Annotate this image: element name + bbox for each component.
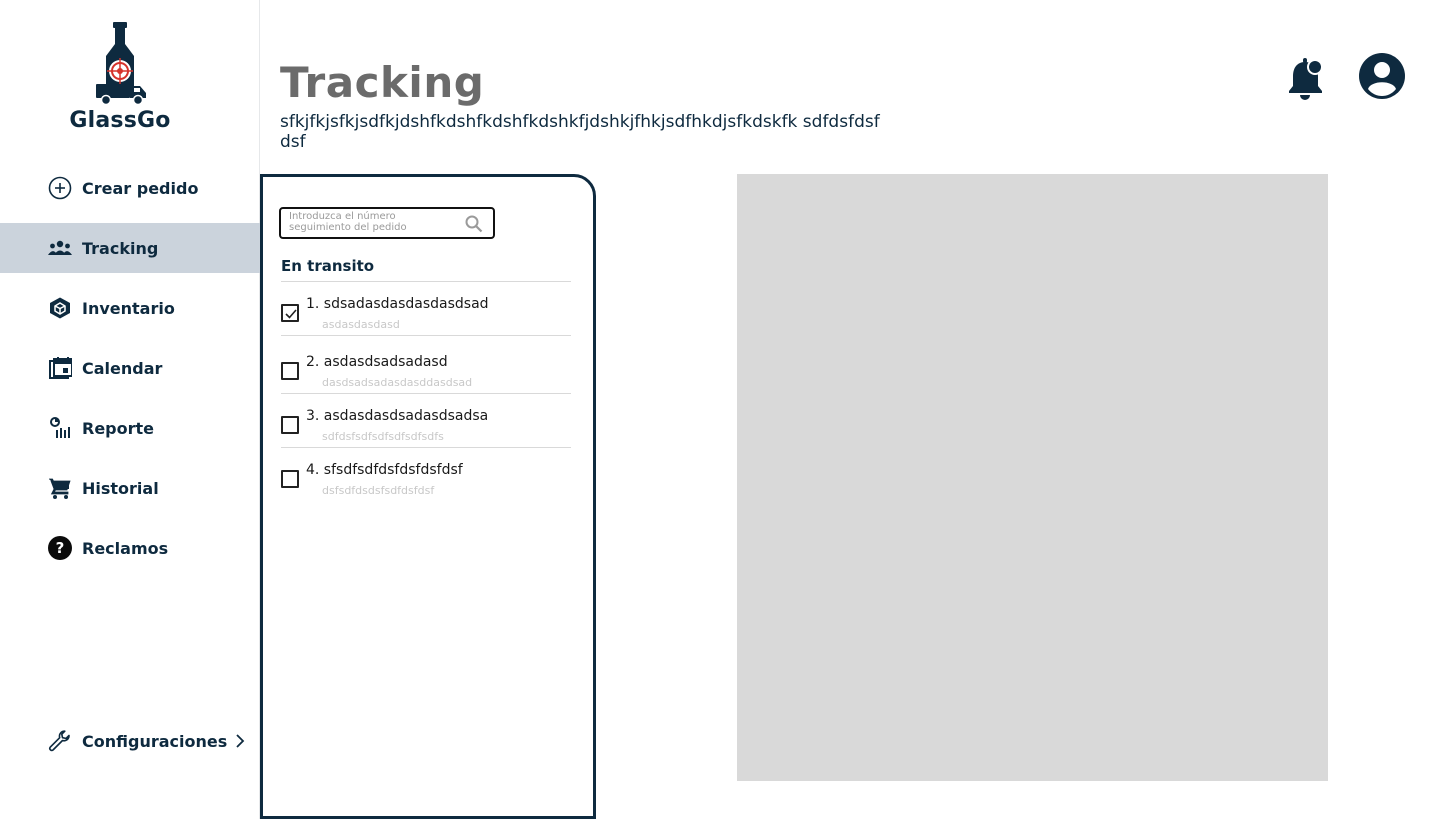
chevron-right-icon <box>235 734 245 748</box>
search-placeholder: Introduzca el número seguimiento del ped… <box>289 211 407 233</box>
list-item[interactable]: 2. asdasdsadsadasd dasdsadsadasdasddasds… <box>281 340 571 394</box>
order-checkbox[interactable] <box>281 304 299 322</box>
user-avatar-icon[interactable] <box>1358 52 1406 100</box>
order-checkbox[interactable] <box>281 362 299 380</box>
order-subtitle: asdasdasdasd <box>322 318 400 331</box>
sidebar-item-inventario[interactable]: Inventario <box>0 283 260 333</box>
svg-text:?: ? <box>56 539 65 557</box>
sidebar-item-label: Tracking <box>82 238 159 258</box>
people-group-icon <box>48 236 72 260</box>
sidebar-item-historial[interactable]: Historial <box>0 463 260 513</box>
sidebar-item-reporte[interactable]: Reporte <box>0 403 260 453</box>
order-subtitle: dsfsdfdsdsfsdfdsfdsf <box>322 484 435 497</box>
order-title: 1. sdsadasdasdasdasdsad <box>306 296 489 312</box>
cube-icon <box>48 296 72 320</box>
cart-icon <box>48 476 72 500</box>
page-title: Tracking <box>280 58 485 107</box>
glassgo-logo-icon <box>96 22 146 106</box>
sidebar-item-label: Historial <box>82 478 159 498</box>
logo[interactable]: GlassGo <box>60 20 180 133</box>
order-title: 3. asdasdasdsadasdsadsa <box>306 408 489 424</box>
order-title: 2. asdasdsadsadasd <box>306 354 448 370</box>
section-title: En transito <box>281 257 375 275</box>
sidebar-item-label: Crear pedido <box>82 178 199 198</box>
notification-bell-icon[interactable] <box>1286 56 1326 100</box>
brand-name: GlassGo <box>69 108 171 133</box>
order-subtitle: sdfdsfsdfsdfsdfsdfsdfs <box>322 430 444 443</box>
sidebar-item-label: Calendar <box>82 358 163 378</box>
list-item[interactable]: 3. asdasdasdsadasdsadsa sdfdsfsdfsdfsdfs… <box>281 394 571 448</box>
question-circle-icon: ? <box>48 536 72 560</box>
sidebar: GlassGo Crear pedido Tracking Inventario… <box>0 0 260 819</box>
tracking-panel: Introduzca el número seguimiento del ped… <box>260 174 596 819</box>
list-item[interactable]: 1. sdsadasdasdasdasdsad asdasdasdasd <box>281 282 571 336</box>
search-icon[interactable] <box>465 215 483 233</box>
plus-circle-icon <box>48 176 72 200</box>
calendar-icon <box>48 356 72 380</box>
sidebar-item-label: Reporte <box>82 418 155 438</box>
sidebar-item-configuraciones[interactable]: Configuraciones <box>0 716 260 766</box>
order-checkbox[interactable] <box>281 470 299 488</box>
order-subtitle: dasdsadsadasdasddasdsad <box>322 376 473 389</box>
sidebar-item-reclamos[interactable]: ? Reclamos <box>0 523 260 573</box>
sidebar-item-calendar[interactable]: Calendar <box>0 343 260 393</box>
sidebar-item-label: Reclamos <box>82 538 169 558</box>
order-title: 4. sfsdfsdfdsfdsfdsfdsf <box>306 462 463 478</box>
sidebar-item-crear-pedido[interactable]: Crear pedido <box>0 163 260 213</box>
sidebar-item-tracking[interactable]: Tracking <box>0 223 260 273</box>
sidebar-item-label: Configuraciones <box>82 731 228 751</box>
page-subtitle: sfkjfkjsfkjsdfkjdshfkdshfkdshfkdshkfjdsh… <box>280 112 880 152</box>
sidebar-item-label: Inventario <box>82 298 175 318</box>
list-item[interactable]: 4. sfsdfsdfdsfdsfdsfdsf dsfsdfdsdsfsdfds… <box>281 448 571 502</box>
report-chart-icon <box>48 416 72 440</box>
wrench-icon <box>48 729 72 753</box>
order-checkbox[interactable] <box>281 416 299 434</box>
search-input[interactable]: Introduzca el número seguimiento del ped… <box>279 207 495 239</box>
map-placeholder[interactable] <box>737 174 1328 781</box>
